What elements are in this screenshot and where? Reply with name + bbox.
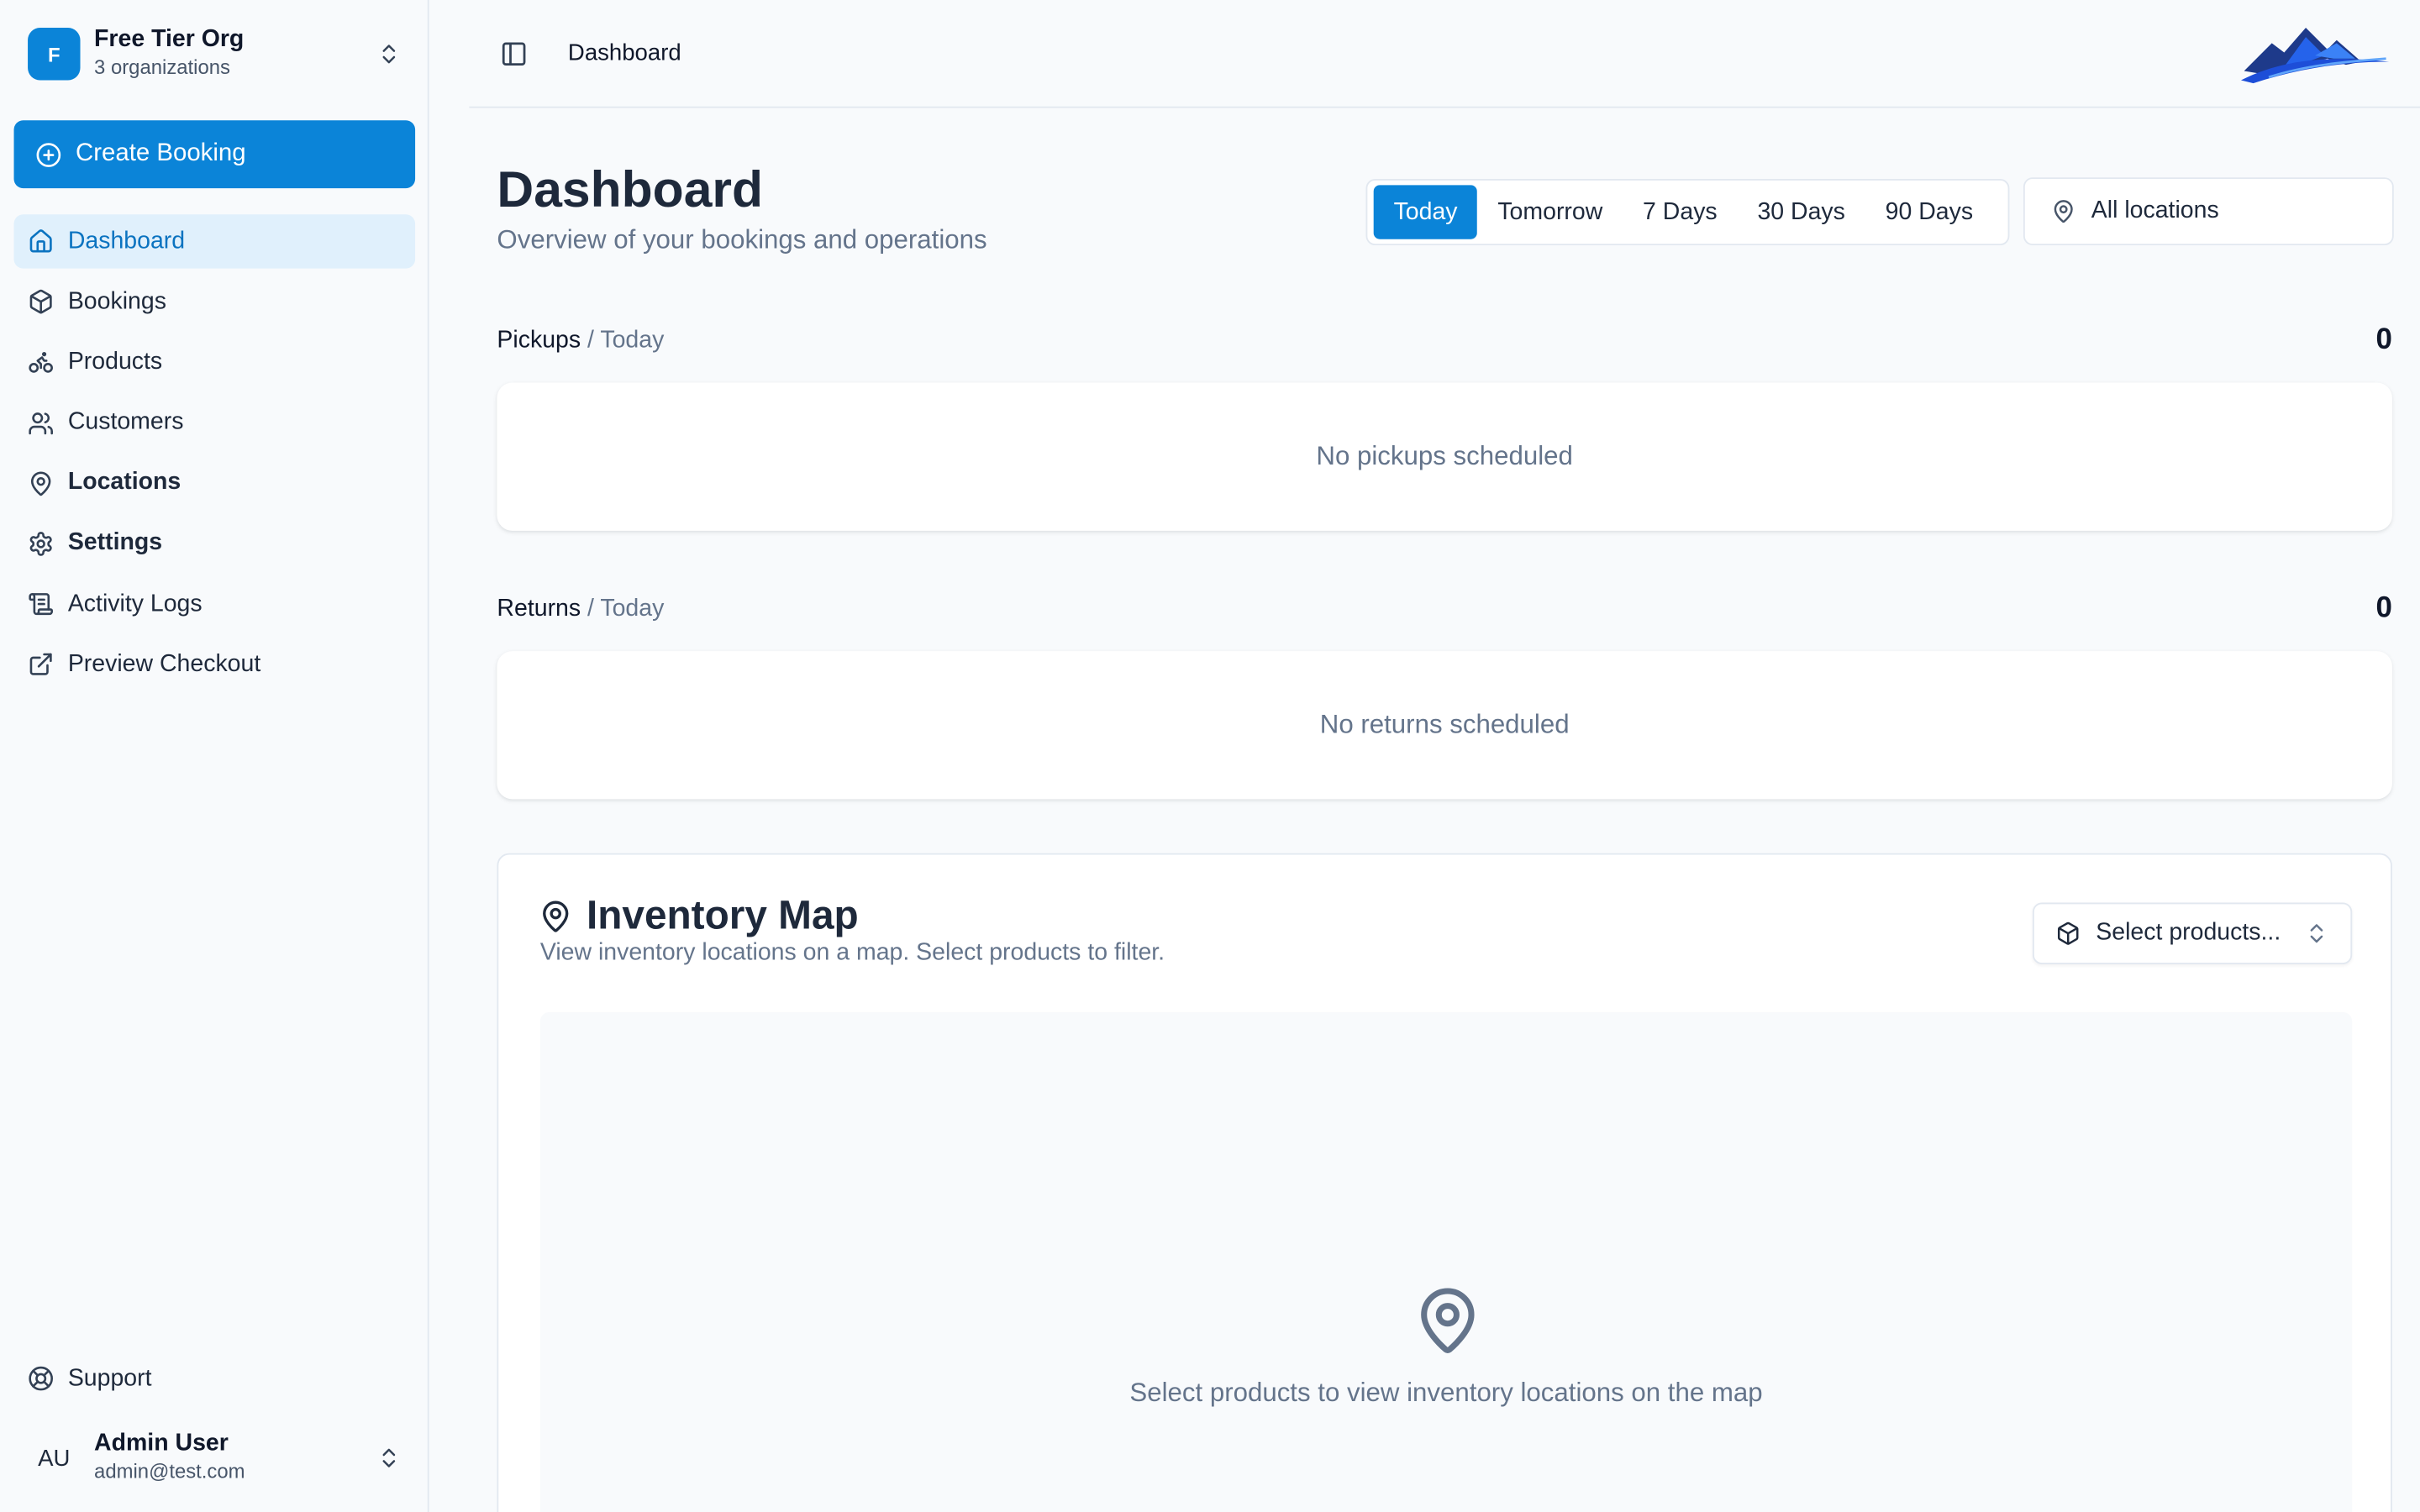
sidebar-item-label: Products xyxy=(67,348,163,375)
returns-label: Returns xyxy=(497,595,581,622)
sidebar-item-label: Dashboard xyxy=(67,227,186,255)
create-booking-button[interactable]: Create Booking xyxy=(13,120,416,189)
sidebar-item-label: Locations xyxy=(67,469,182,496)
sidebar-nav: Dashboard Bookings Products Customers Lo… xyxy=(13,214,416,698)
sidebar-item-label: Customers xyxy=(67,408,184,436)
pickups-period: Today xyxy=(600,327,665,354)
sidebar-toggle-button[interactable] xyxy=(492,32,535,75)
returns-heading: Returns / Today xyxy=(497,596,664,623)
returns-period: Today xyxy=(600,595,665,622)
scroll-icon xyxy=(29,593,53,616)
org-switcher[interactable]: F Free Tier Org 3 organizations xyxy=(13,13,417,96)
support-link[interactable]: Support xyxy=(14,1352,416,1405)
range-30-days-button[interactable]: 30 Days xyxy=(1738,185,1865,239)
avatar: AU xyxy=(38,1445,71,1472)
returns-empty-card: No returns scheduled xyxy=(497,651,2392,800)
support-label: Support xyxy=(67,1364,152,1391)
home-icon xyxy=(29,229,52,253)
map-area[interactable]: Select products to view inventory locati… xyxy=(539,1011,2353,1512)
app-root: F Free Tier Org 3 organizations Create B… xyxy=(0,0,2420,1512)
org-name: Free Tier Org xyxy=(94,26,245,53)
sidebar: F Free Tier Org 3 organizations Create B… xyxy=(0,0,429,1512)
sidebar-item-label: Preview Checkout xyxy=(67,650,261,677)
sidebar-item-locations[interactable]: Locations xyxy=(14,456,416,510)
product-select[interactable]: Select products... xyxy=(2032,902,2353,964)
returns-count: 0 xyxy=(2375,592,2392,625)
user-menu[interactable]: AU Admin User admin@test.com xyxy=(13,1416,417,1499)
returns-separator: / xyxy=(581,595,601,622)
breadcrumb: Dashboard xyxy=(567,39,681,66)
inventory-map-description: View inventory locations on a map. Selec… xyxy=(539,939,1165,966)
pickups-empty-card: No pickups scheduled xyxy=(497,382,2392,531)
bike-icon xyxy=(29,352,53,374)
sidebar-item-label: Bookings xyxy=(67,287,166,315)
sidebar-item-label: Settings xyxy=(67,529,163,557)
org-avatar: F xyxy=(28,28,81,81)
top-bar: Dashboard xyxy=(469,0,2420,108)
org-subtitle: 3 organizations xyxy=(94,55,230,79)
user-email: admin@test.com xyxy=(94,1459,245,1483)
sidebar-item-settings[interactable]: Settings xyxy=(14,517,416,570)
sidebar-item-products[interactable]: Products xyxy=(14,335,416,389)
org-text: Free Tier Org 3 organizations xyxy=(94,26,376,81)
range-tomorrow-button[interactable]: Tomorrow xyxy=(1477,185,1623,239)
sidebar-item-bookings[interactable]: Bookings xyxy=(14,275,416,328)
range-today-button[interactable]: Today xyxy=(1373,185,1478,239)
inventory-map-header: Inventory Map xyxy=(539,892,859,940)
page-subtitle: Overview of your bookings and operations xyxy=(497,225,987,255)
sidebar-item-preview-checkout[interactable]: Preview Checkout xyxy=(14,638,416,691)
box-icon xyxy=(29,290,52,314)
mountain-logo-icon xyxy=(2240,28,2390,84)
chevrons-up-down-icon xyxy=(2310,924,2323,943)
chevrons-up-down-icon xyxy=(382,45,396,64)
returns-empty-text: No returns scheduled xyxy=(1319,709,1570,739)
map-pin-icon xyxy=(1421,1288,1475,1353)
location-select[interactable]: All locations xyxy=(2023,177,2394,246)
range-7-days-button[interactable]: 7 Days xyxy=(1623,185,1737,239)
pickups-empty-text: No pickups scheduled xyxy=(1316,441,1573,471)
inventory-map-card: Inventory Map View inventory locations o… xyxy=(497,853,2392,1512)
map-pin-icon xyxy=(543,900,569,932)
map-pin-icon xyxy=(2054,200,2073,223)
map-empty-text: Select products to view inventory locati… xyxy=(1129,1378,1763,1408)
external-link-icon xyxy=(29,654,52,676)
pickups-separator: / xyxy=(581,327,601,354)
map-pin-icon xyxy=(30,471,51,496)
box-icon xyxy=(2057,921,2079,945)
panel-left-icon xyxy=(502,41,526,66)
sidebar-item-label: Activity Logs xyxy=(67,590,203,617)
main-content: Dashboard Dashboard Overview of your boo… xyxy=(429,0,2420,1512)
product-select-placeholder: Select products... xyxy=(2096,919,2281,946)
create-booking-label: Create Booking xyxy=(76,140,246,167)
page-title: Dashboard xyxy=(497,160,764,218)
sidebar-item-customers[interactable]: Customers xyxy=(14,396,416,449)
pickups-heading: Pickups / Today xyxy=(497,327,664,354)
user-name: Admin User xyxy=(94,1430,229,1457)
pickups-count: 0 xyxy=(2375,323,2392,357)
user-text: Admin User admin@test.com xyxy=(94,1431,376,1486)
location-select-value: All locations xyxy=(2091,197,2219,224)
gear-icon xyxy=(29,532,52,556)
pickups-label: Pickups xyxy=(497,327,581,354)
range-90-days-button[interactable]: 90 Days xyxy=(1865,185,1993,239)
users-icon xyxy=(29,412,53,434)
date-range-tabs: Today Tomorrow 7 Days 30 Days 90 Days xyxy=(1365,179,2010,246)
life-buoy-icon xyxy=(29,1366,53,1391)
chevrons-up-down-icon xyxy=(382,1448,396,1467)
sidebar-item-activity-logs[interactable]: Activity Logs xyxy=(14,577,416,631)
sidebar-item-dashboard[interactable]: Dashboard xyxy=(13,214,416,269)
inventory-map-title: Inventory Map xyxy=(586,891,859,938)
plus-circle-icon xyxy=(36,142,61,166)
